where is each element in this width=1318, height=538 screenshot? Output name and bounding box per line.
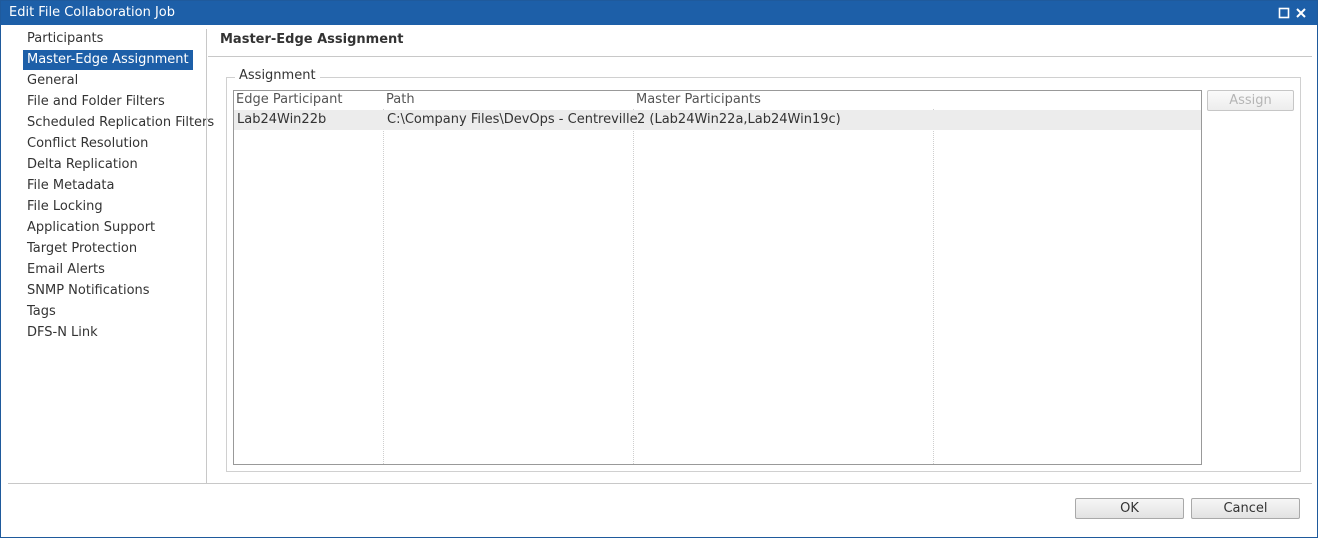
nav-item-general[interactable]: General [23,71,82,91]
footer-divider [8,483,1312,484]
nav-item-conflict-resolution[interactable]: Conflict Resolution [23,134,152,154]
cell-edge-participant: Lab24Win22b [237,112,327,127]
nav-item-scheduled-replication-filters[interactable]: Scheduled Replication Filters [23,113,218,133]
nav-item-file-metadata[interactable]: File Metadata [23,176,118,196]
column-divider [633,91,634,464]
close-icon[interactable] [1294,6,1308,20]
ok-button[interactable]: OK [1075,498,1184,519]
assignment-group-label: Assignment [235,68,320,83]
nav-item-master-edge-assignment[interactable]: Master-Edge Assignment [23,50,193,70]
table-header: Edge Participant Path Master Participant… [234,91,1201,109]
nav-item-email-alerts[interactable]: Email Alerts [23,260,109,280]
cell-path: C:\Company Files\DevOps - Centreville [387,112,638,127]
dialog-window: Edit File Collaboration Job Participants… [0,0,1318,538]
column-divider [933,91,934,464]
page-title: Master-Edge Assignment [220,32,404,47]
nav-divider [206,29,207,484]
nav-item-file-and-folder-filters[interactable]: File and Folder Filters [23,92,169,112]
nav-item-delta-replication[interactable]: Delta Replication [23,155,142,175]
nav-item-file-locking[interactable]: File Locking [23,197,107,217]
assignment-table[interactable]: Edge Participant Path Master Participant… [233,90,1202,465]
maximize-icon[interactable] [1277,6,1291,20]
nav-item-snmp-notifications[interactable]: SNMP Notifications [23,281,154,301]
cell-master-participants: 2 (Lab24Win22a,Lab24Win19c) [637,112,841,127]
nav-item-dfs-n-link[interactable]: DFS-N Link [23,323,102,343]
cancel-button[interactable]: Cancel [1191,498,1300,519]
header-divider [208,56,1312,57]
column-header-empty [934,91,1201,109]
cell-empty [934,110,1201,130]
column-header-edge-participant[interactable]: Edge Participant [234,91,383,109]
title-bar: Edit File Collaboration Job [1,1,1317,25]
nav-item-application-support[interactable]: Application Support [23,218,159,238]
column-divider [383,91,384,464]
window-title: Edit File Collaboration Job [9,5,176,20]
table-row[interactable]: Lab24Win22b C:\Company Files\DevOps - Ce… [234,110,1201,130]
column-header-master-participants[interactable]: Master Participants [634,91,933,109]
nav-item-participants[interactable]: Participants [23,29,107,49]
nav-item-target-protection[interactable]: Target Protection [23,239,141,259]
assign-button[interactable]: Assign [1207,90,1294,111]
nav-item-tags[interactable]: Tags [23,302,60,322]
column-header-path[interactable]: Path [384,91,633,109]
